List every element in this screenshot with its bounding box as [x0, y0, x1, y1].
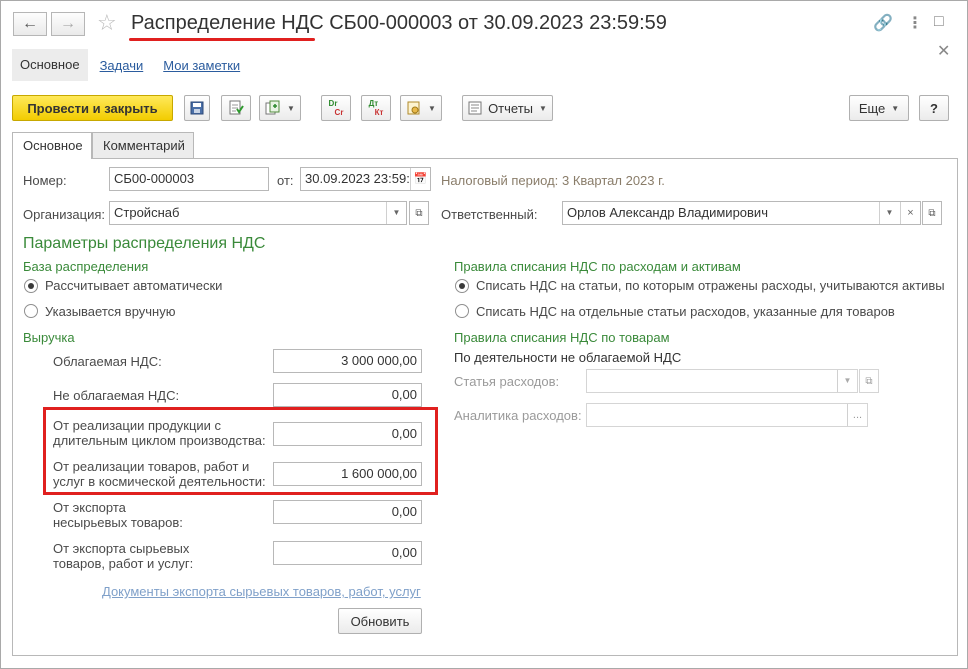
non-taxable-field[interactable]: 0,00: [273, 383, 422, 407]
chevron-down-icon[interactable]: ▼: [879, 202, 899, 224]
taxable-label: Облагаемая НДС:: [53, 354, 162, 369]
open-window-icon: ⧉: [415, 207, 423, 219]
base-manual-label[interactable]: Указывается вручную: [45, 304, 175, 319]
save-icon: [190, 101, 204, 115]
open-window-icon: ⧉: [928, 207, 936, 219]
base-auto-radio[interactable]: [24, 279, 38, 293]
organization-label: Организация:: [23, 207, 106, 222]
post-document-icon: [229, 100, 244, 115]
base-auto-label[interactable]: Рассчитывает автоматически: [45, 278, 222, 293]
params-heading: Параметры распределения НДС: [23, 235, 266, 252]
organization-open-button[interactable]: ⧉: [409, 201, 429, 225]
tab-comment[interactable]: Комментарий: [92, 132, 194, 158]
responsible-value: Орлов Александр Владимирович: [567, 205, 768, 220]
export-raw-label-line2: товаров, работ и услуг:: [53, 556, 194, 571]
dt-kt-button[interactable]: Дт Кт: [361, 95, 391, 121]
date-value: 30.09.2023 23:59:: [305, 171, 410, 186]
base-heading: База распределения: [23, 259, 149, 274]
chevron-down-icon: ▼: [539, 103, 547, 113]
tax-period-label: Налоговый период:: [441, 173, 559, 188]
non-taxable-label: Не облагаемая НДС:: [53, 388, 180, 403]
chevron-down-icon[interactable]: ▼: [386, 202, 406, 224]
close-icon[interactable]: ✕: [937, 41, 950, 61]
page-title: Распределение НДС СБ00-000003 от 30.09.2…: [131, 12, 667, 34]
revenue-heading: Выручка: [23, 330, 75, 345]
create-based-on-icon: [265, 100, 280, 115]
calendar-icon[interactable]: 📅: [410, 168, 430, 190]
tab-main[interactable]: Основное: [12, 132, 92, 159]
reports-label: Отчеты: [488, 100, 533, 116]
writeoff-opt2-label[interactable]: Списать НДС на отдельные статьи расходов…: [476, 304, 895, 319]
chevron-down-icon: ▼: [837, 370, 857, 392]
taxable-field[interactable]: 3 000 000,00: [273, 349, 422, 373]
writeoff-opt1-label[interactable]: Списать НДС на статьи, по которым отраже…: [476, 278, 945, 293]
date-label: от:: [277, 173, 294, 188]
number-field[interactable]: СБ00-000003: [109, 167, 269, 191]
title-highlight-underline: [129, 38, 315, 41]
dr-cr-icon: Dr Cr: [328, 99, 344, 117]
expense-analytics-field: ...: [586, 403, 868, 427]
section-main[interactable]: Основное: [12, 49, 88, 81]
organization-field[interactable]: Стройснаб ▼: [109, 201, 407, 225]
chevron-down-icon: ▼: [428, 103, 436, 113]
post-and-close-button[interactable]: Провести и закрыть: [12, 95, 173, 121]
arrow-right-icon: →: [60, 15, 76, 32]
more-vert-icon[interactable]: ⋮: [907, 13, 923, 33]
responsible-label: Ответственный:: [441, 207, 538, 222]
expense-analytics-label: Аналитика расходов:: [454, 408, 582, 423]
responsible-open-button[interactable]: ⧉: [922, 201, 942, 225]
dr-cr-button[interactable]: Dr Cr: [321, 95, 351, 121]
chevron-down-icon: ▼: [891, 103, 900, 113]
export-non-raw-label-line2: несырьевых товаров:: [53, 515, 183, 530]
responsible-field[interactable]: Орлов Александр Владимирович ▼ ×: [562, 201, 921, 225]
writeoff-opt1-radio[interactable]: [455, 279, 469, 293]
goods-writeoff-subheading: По деятельности не облагаемой НДС: [454, 350, 682, 365]
export-raw-label-line1: От экспорта сырьевых: [53, 541, 190, 556]
save-button[interactable]: [184, 95, 210, 121]
create-based-on-button[interactable]: ▼: [259, 95, 301, 121]
document-attach-icon: [407, 101, 420, 115]
maximize-icon[interactable]: □: [934, 13, 944, 31]
favorite-star-icon[interactable]: ☆: [97, 10, 117, 36]
expense-item-field: ▼: [586, 369, 858, 393]
goods-writeoff-heading: Правила списания НДС по товарам: [454, 330, 670, 345]
back-button[interactable]: ←: [13, 12, 47, 36]
expense-item-label: Статья расходов:: [454, 374, 560, 389]
clear-icon[interactable]: ×: [900, 202, 920, 224]
help-button[interactable]: ?: [919, 95, 949, 121]
export-non-raw-field[interactable]: 0,00: [273, 500, 422, 524]
dt-kt-icon: Дт Кт: [368, 99, 384, 117]
post-document-button[interactable]: [221, 95, 251, 121]
number-label: Номер:: [23, 173, 67, 188]
link-icon[interactable]: 🔗: [873, 13, 893, 33]
reports-button[interactable]: Отчеты ▼: [462, 95, 553, 121]
writeoff-opt2-radio[interactable]: [455, 304, 469, 318]
more-button[interactable]: Еще ▼: [849, 95, 909, 121]
refresh-button[interactable]: Обновить: [338, 608, 422, 634]
ellipsis-button: ...: [847, 404, 867, 426]
expenses-writeoff-heading: Правила списания НДС по расходам и актив…: [454, 259, 741, 274]
highlight-box: [43, 407, 438, 495]
export-raw-field[interactable]: 0,00: [273, 541, 422, 565]
more-label: Еще: [858, 100, 886, 116]
section-notes-link[interactable]: Мои заметки: [163, 58, 240, 73]
section-nav: Основное Задачи Мои заметки: [12, 49, 240, 81]
export-docs-link[interactable]: Документы экспорта сырьевых товаров, раб…: [102, 584, 421, 599]
expense-item-open-button: ⧉: [859, 369, 879, 393]
forward-button[interactable]: →: [51, 12, 85, 36]
arrow-left-icon: ←: [22, 15, 38, 32]
attachments-button[interactable]: ▼: [400, 95, 442, 121]
chevron-down-icon: ▼: [287, 103, 295, 113]
export-non-raw-label-line1: От экспорта: [53, 500, 126, 515]
tax-period-value: 3 Квартал 2023 г.: [562, 173, 665, 188]
section-tasks-link[interactable]: Задачи: [100, 58, 144, 73]
organization-value: Стройснаб: [114, 205, 180, 220]
open-window-icon: ⧉: [865, 375, 873, 387]
base-manual-radio[interactable]: [24, 304, 38, 318]
document-window: ← → ☆ Распределение НДС СБ00-000003 от 3…: [0, 0, 968, 669]
date-field[interactable]: 30.09.2023 23:59: 📅: [300, 167, 431, 191]
reports-icon: [468, 101, 482, 115]
